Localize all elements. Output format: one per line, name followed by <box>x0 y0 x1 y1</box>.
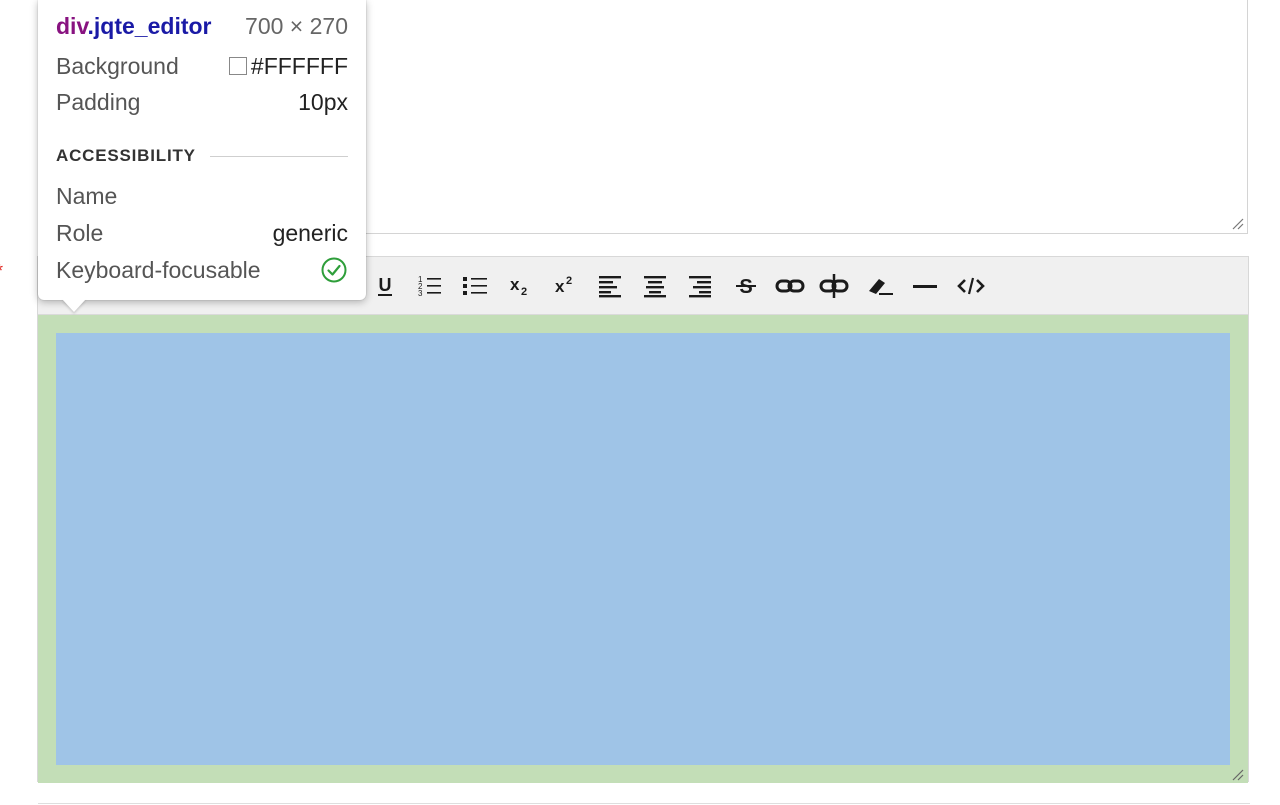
check-circle-icon <box>321 257 347 283</box>
strikethrough-button[interactable]: S <box>729 271 763 301</box>
link-icon <box>775 279 805 293</box>
unlink-icon <box>819 274 849 298</box>
editor-resize-grip-icon[interactable] <box>1232 769 1244 781</box>
align-left-icon <box>599 276 621 298</box>
bottom-divider <box>38 803 1250 804</box>
element-dimensions: 700 × 270 <box>245 13 348 39</box>
eraser-icon <box>869 279 893 295</box>
a11y-row-keyboard-focusable: Keyboard-focusable <box>56 256 348 284</box>
property-label: Padding <box>56 89 141 115</box>
tooltip-arrow <box>62 299 86 312</box>
superscript-icon: x 2 <box>555 275 572 296</box>
align-left-button[interactable] <box>593 271 627 301</box>
required-mark: * <box>0 262 3 280</box>
ordered-list-icon: 1 2 3 <box>418 275 441 298</box>
underline-letter: U <box>379 275 392 295</box>
resize-grip-icon[interactable] <box>1232 218 1244 230</box>
property-row-background: Background #FFFFFF <box>56 52 348 80</box>
horizontal-rule-icon <box>913 285 937 288</box>
a11y-row-name: Name <box>56 182 348 210</box>
superscript-button[interactable]: x 2 <box>549 271 583 301</box>
jqte-editor-wrapper: U 1 2 3 x 2 x 2 <box>37 256 1249 783</box>
source-code-button[interactable] <box>954 271 988 301</box>
property-label: Background <box>56 53 179 79</box>
element-class: .jqte_editor <box>87 13 212 39</box>
property-value: 10px <box>298 89 348 115</box>
link-button[interactable] <box>773 271 807 301</box>
svg-text:2: 2 <box>521 286 527 298</box>
svg-text:2: 2 <box>566 275 572 287</box>
property-value-wrap: #FFFFFF <box>228 52 348 80</box>
svg-text:x: x <box>555 277 565 296</box>
unordered-list-icon <box>463 277 487 295</box>
element-tag: div <box>56 13 88 39</box>
subscript-icon: x 2 <box>510 275 527 298</box>
unlink-button[interactable] <box>817 271 851 301</box>
a11y-value: generic <box>272 220 348 246</box>
strikethrough-icon: S <box>736 276 756 298</box>
unordered-list-button[interactable] <box>458 271 492 301</box>
underline-icon: U <box>378 275 392 296</box>
property-row-padding: Padding 10px <box>56 88 348 116</box>
svg-text:x: x <box>510 275 520 294</box>
property-value: #FFFFFF <box>250 53 348 79</box>
horizontal-rule-button[interactable] <box>908 271 942 301</box>
align-center-button[interactable] <box>638 271 672 301</box>
underline-button[interactable]: U <box>368 271 402 301</box>
accessibility-section-header: ACCESSIBILITY <box>56 146 348 166</box>
align-right-button[interactable] <box>683 271 717 301</box>
element-selector: div.jqte_editor <box>56 12 212 40</box>
subscript-button[interactable]: x 2 <box>504 271 538 301</box>
svg-text:3: 3 <box>418 289 423 298</box>
ordered-list-button[interactable]: 1 2 3 <box>413 271 447 301</box>
jqte-editor-padding-overlay <box>38 315 1248 783</box>
a11y-label: Name <box>56 183 118 209</box>
remove-format-button[interactable] <box>863 271 897 301</box>
section-title: ACCESSIBILITY <box>56 146 196 165</box>
inspector-tooltip: div.jqte_editor 700 × 270 Background #FF… <box>38 0 366 300</box>
align-center-icon <box>644 276 666 298</box>
a11y-label: Role <box>56 220 104 246</box>
a11y-label: Keyboard-focusable <box>56 257 261 283</box>
color-swatch <box>228 57 247 75</box>
a11y-row-role: Role generic <box>56 219 348 247</box>
section-divider <box>209 155 348 157</box>
tooltip-header: div.jqte_editor 700 × 270 <box>56 12 348 40</box>
jqte-editor-content[interactable] <box>56 333 1230 765</box>
code-icon <box>957 277 985 295</box>
align-right-icon <box>689 276 711 298</box>
